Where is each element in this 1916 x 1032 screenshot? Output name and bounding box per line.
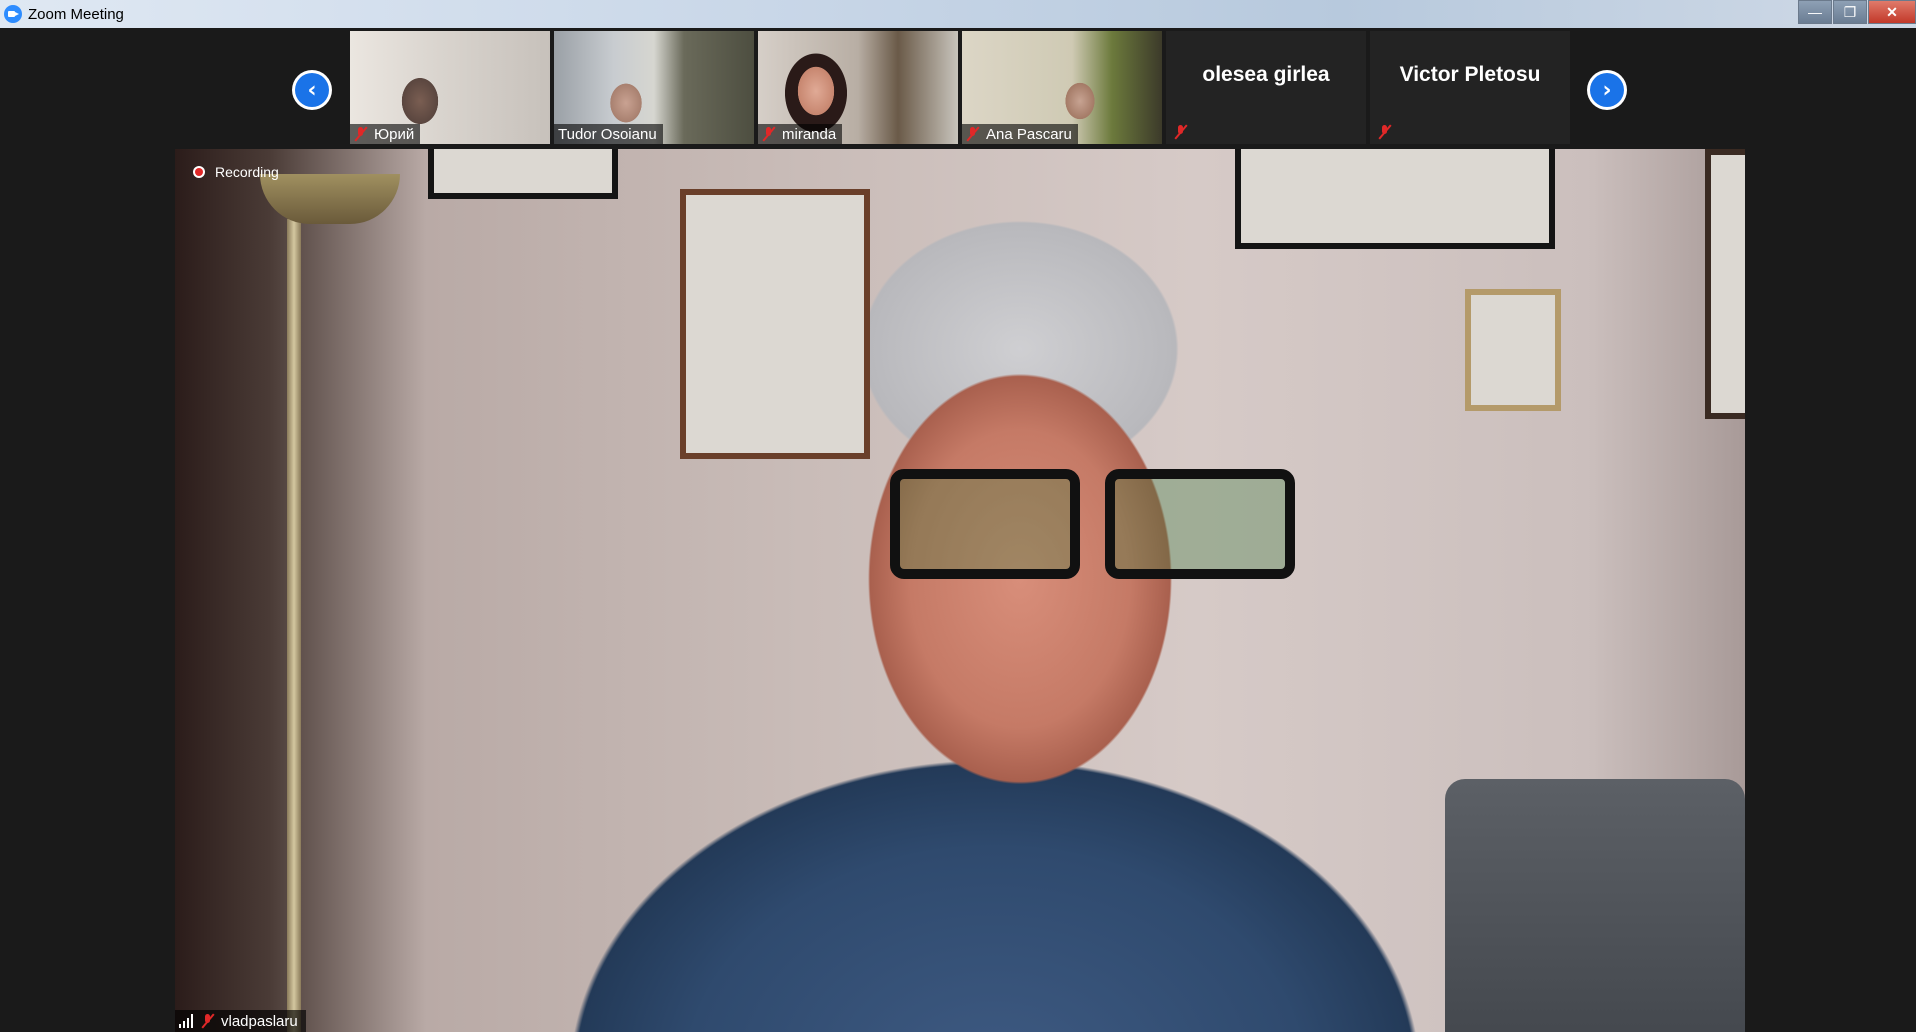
glasses-right-lens <box>1105 469 1295 579</box>
participant-name: Victor Pletosu <box>1399 63 1541 86</box>
window-title: Zoom Meeting <box>28 5 124 23</box>
speaker-name: vladpaslaru <box>221 1012 298 1030</box>
active-speaker-video[interactable]: Recording vladpaslaru <box>175 149 1745 1032</box>
participant-name-tag: Юрий <box>350 124 421 144</box>
sofa <box>1445 779 1745 1032</box>
previous-page-button[interactable]: ‹ <box>292 70 332 110</box>
glasses-left-lens <box>890 469 1080 579</box>
participant-tile[interactable]: olesea girlea <box>1166 31 1366 144</box>
picture-frame <box>1705 149 1745 419</box>
recording-dot-icon <box>193 166 205 178</box>
participant-name: Ana Pascaru <box>986 125 1072 143</box>
picture-frame <box>428 149 618 199</box>
speaker-name-tag: vladpaslaru <box>175 1010 306 1032</box>
participant-name-tag: Ana Pascaru <box>962 124 1078 144</box>
participant-tile[interactable]: Tudor Osoianu <box>554 31 754 144</box>
recording-label: Recording <box>215 164 279 180</box>
lamp-shade <box>260 174 400 224</box>
participant-gallery-strip: ‹ Юрий Tudor Osoianu miranda Ana Pascaru… <box>0 28 1916 148</box>
chevron-right-icon: › <box>1590 73 1624 107</box>
chevron-left-icon: ‹ <box>295 73 329 107</box>
participant-name-tag: miranda <box>758 124 843 144</box>
participant-tile[interactable]: Юрий <box>350 31 550 144</box>
title-bar: Zoom Meeting — ❐ ✕ <box>0 0 1916 28</box>
participant-tile[interactable]: Ana Pascaru <box>962 31 1162 144</box>
mic-muted-icon <box>966 126 980 142</box>
next-page-button[interactable]: › <box>1587 70 1627 110</box>
mic-muted-icon <box>762 126 776 142</box>
mic-muted-icon <box>1174 124 1188 140</box>
recording-indicator: Recording <box>193 164 279 180</box>
picture-frame <box>1235 149 1555 249</box>
maximize-button[interactable]: ❐ <box>1833 0 1867 24</box>
mic-muted-icon <box>1378 124 1392 140</box>
participant-name: Юрий <box>374 125 415 143</box>
minimize-button[interactable]: — <box>1798 0 1832 24</box>
close-button[interactable]: ✕ <box>1868 0 1916 24</box>
participant-name: miranda <box>782 125 837 143</box>
baby-photo-frame <box>1465 289 1561 411</box>
participant-name: olesea girlea <box>1202 63 1330 86</box>
connection-signal-icon <box>179 1014 195 1028</box>
participant-tile[interactable]: Victor Pletosu <box>1370 31 1570 144</box>
participant-tile[interactable]: miranda <box>758 31 958 144</box>
floor-lamp <box>287 219 301 1032</box>
mic-muted-icon <box>354 126 368 142</box>
zoom-app-icon <box>4 5 22 23</box>
window-controls: — ❐ ✕ <box>1797 0 1916 26</box>
portrait-drawing-frame <box>680 189 870 459</box>
participant-name-tag: Tudor Osoianu <box>554 124 663 144</box>
participant-name: Tudor Osoianu <box>558 125 657 143</box>
mic-muted-icon <box>201 1013 215 1029</box>
